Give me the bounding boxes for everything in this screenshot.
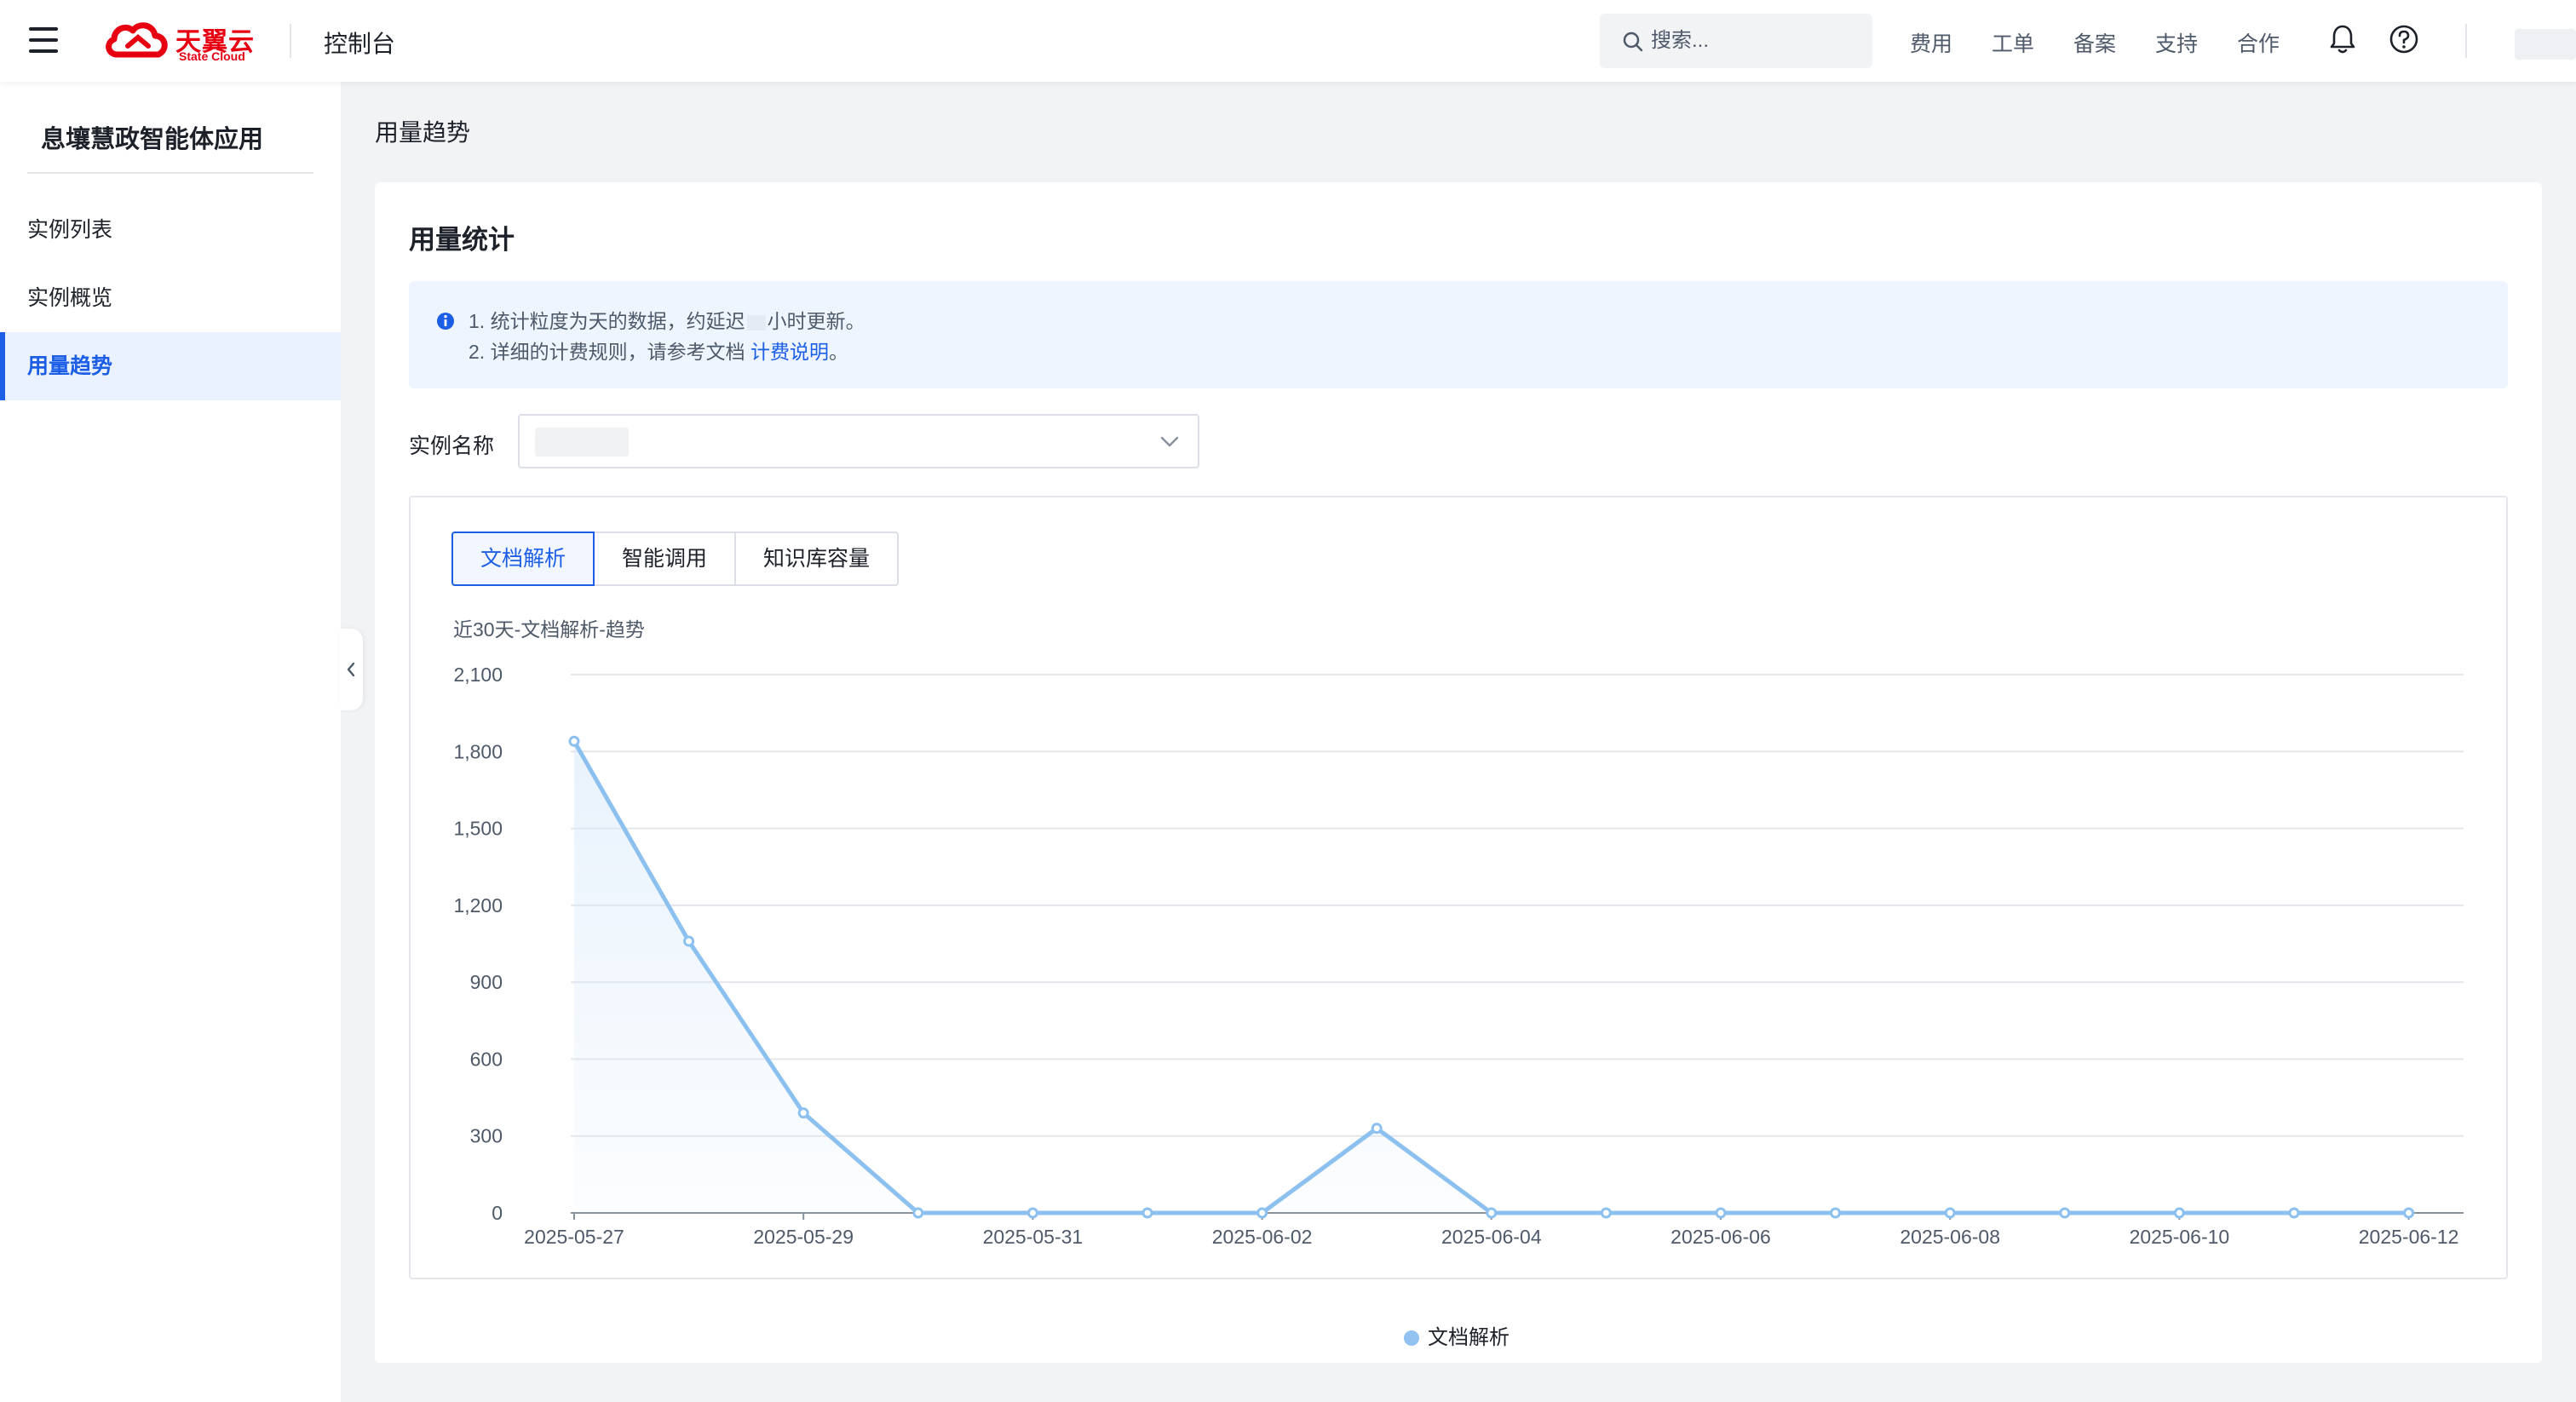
legend-marker	[1404, 1330, 1419, 1346]
header-divider	[290, 24, 291, 58]
data-point	[683, 935, 695, 947]
x-tick-label: 2025-06-06	[1670, 1226, 1771, 1248]
legend-item[interactable]: 文档解析	[1404, 1320, 1509, 1350]
chevron-left-icon	[347, 662, 355, 677]
billing-doc-link[interactable]: 计费说明	[750, 341, 829, 363]
data-point	[2288, 1207, 2300, 1219]
search-icon	[1623, 32, 1643, 52]
usage-line-chart: 2,100 1,800 1,500 1,200 900 600 300 0 2025-05-27…	[453, 664, 2464, 1248]
x-tick-label: 2025-06-04	[1441, 1226, 1542, 1248]
sidebar-item-usage-trend[interactable]: 用量趋势	[0, 332, 341, 400]
notice-line-1: 1. 统计粒度为天的数据，约延迟 小时更新。	[469, 310, 865, 332]
data-point	[797, 1107, 809, 1119]
data-point	[1256, 1207, 1268, 1219]
sidebar-divider	[27, 172, 313, 174]
selected-instance-value	[535, 428, 629, 457]
data-point	[1486, 1207, 1498, 1219]
x-tick-label: 2025-05-31	[983, 1226, 1084, 1248]
series-line	[572, 740, 2409, 1215]
cloud-logo-icon	[106, 22, 168, 58]
data-point	[1026, 1207, 1038, 1219]
usage-stats-card: 用量统计 1. 统计粒度为天的数据，约延迟 小时更新。 2. 详细的计费规则，请参…	[375, 182, 2542, 1363]
search-input[interactable]	[1651, 14, 1864, 68]
hamburger-menu-icon[interactable]	[29, 27, 58, 53]
y-tick-label: 0	[492, 1202, 503, 1224]
header-divider	[2465, 24, 2467, 58]
y-tick-label: 600	[470, 1048, 503, 1070]
bottom-strip	[341, 1397, 2576, 1402]
nav-support[interactable]: 支持	[2155, 27, 2198, 58]
sidebar-collapse-toggle[interactable]	[339, 629, 363, 710]
info-icon	[437, 313, 454, 330]
sidebar-item-instance-list[interactable]: 实例列表	[0, 196, 341, 264]
y-tick-label: 300	[470, 1125, 503, 1147]
tab-document-parsing[interactable]: 文档解析	[451, 531, 595, 586]
data-point	[1600, 1207, 1612, 1219]
legend-label: 文档解析	[1428, 1326, 1509, 1349]
series-area	[574, 741, 2409, 1213]
chevron-down-icon	[1160, 436, 1179, 447]
notice-line-2: 2. 详细的计费规则，请参考文档 计费说明。	[469, 341, 848, 363]
chart-panel: 文档解析 智能调用 知识库容量 近30天-文档解析-趋势 2,100 1,800 1…	[409, 496, 2508, 1279]
data-point	[1371, 1123, 1383, 1135]
instance-name-label: 实例名称	[409, 434, 495, 458]
data-point	[1715, 1207, 1727, 1219]
help-icon[interactable]	[2389, 24, 2419, 55]
x-tick-label: 2025-06-12	[2359, 1226, 2459, 1248]
search-box[interactable]	[1600, 14, 1872, 68]
sidebar-item-instance-overview[interactable]: 实例概览	[0, 264, 341, 332]
y-tick-label: 1,800	[453, 740, 503, 762]
app-title: 息壤慧政智能体应用	[41, 126, 264, 153]
data-point	[912, 1207, 924, 1219]
logo[interactable]: 天翼云 State Cloud	[102, 17, 264, 65]
account-avatar[interactable]	[2515, 29, 2576, 60]
console-title[interactable]: 控制台	[324, 26, 395, 60]
sidebar: 息壤慧政智能体应用 实例列表 实例概览 用量趋势	[0, 82, 341, 1402]
y-tick-label: 2,100	[453, 664, 503, 686]
page-breadcrumb: 用量趋势	[375, 119, 471, 146]
x-tick-label: 2025-05-27	[524, 1226, 624, 1248]
data-point	[1830, 1207, 1842, 1219]
nav-billing[interactable]: 费用	[1910, 27, 1952, 58]
data-point	[2173, 1207, 2185, 1219]
top-bar: 天翼云 State Cloud 控制台 费用 工单 备案 支持 合作	[0, 0, 2576, 82]
x-tick-label: 2025-06-02	[1212, 1226, 1313, 1248]
x-tick-label: 2025-06-08	[1900, 1226, 2000, 1248]
data-point	[2059, 1207, 2071, 1219]
instance-select[interactable]	[518, 414, 1199, 468]
nav-partners[interactable]: 合作	[2237, 27, 2280, 58]
x-tick-label: 2025-05-29	[753, 1226, 854, 1248]
bell-icon[interactable]	[2329, 24, 2356, 55]
data-point	[568, 735, 580, 747]
data-point	[1141, 1207, 1153, 1219]
data-point	[2403, 1207, 2415, 1219]
logo-subtext: State Cloud	[179, 49, 245, 63]
data-point	[1944, 1207, 1956, 1219]
info-notice: 1. 统计粒度为天的数据，约延迟 小时更新。 2. 详细的计费规则，请参考文档 计…	[409, 281, 2508, 388]
y-tick-label: 1,200	[453, 894, 503, 916]
card-title: 用量统计	[409, 225, 515, 255]
redacted-value	[746, 314, 766, 330]
x-tick-label: 2025-06-10	[2130, 1226, 2230, 1248]
y-tick-label: 1,500	[453, 818, 503, 840]
nav-filing[interactable]: 备案	[2073, 27, 2116, 58]
nav-tickets[interactable]: 工单	[1992, 27, 2034, 58]
y-tick-label: 900	[470, 971, 503, 993]
